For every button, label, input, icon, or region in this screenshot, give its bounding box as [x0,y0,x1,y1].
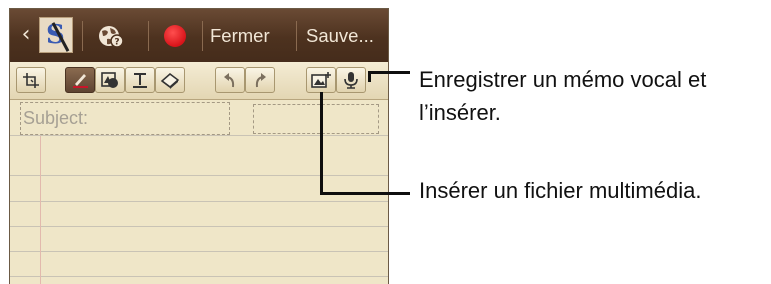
tool-bar [10,62,388,100]
globe-help-icon[interactable]: ? [97,22,125,50]
action-bar: ‹ S ? Fermer Sauve... [10,9,388,62]
shape-icon[interactable] [95,67,125,93]
ruled-line [10,226,388,227]
callout-line-voice [368,71,410,74]
callout-media-file: Insérer un fichier multimédia. [419,178,702,203]
callout-line-media [320,92,323,195]
record-icon[interactable] [164,25,186,47]
callout-line-media [320,192,410,195]
ruled-line [10,251,388,252]
divider [296,21,297,51]
margin-line [40,136,41,284]
callout-voice-memo-line2: l’insérer. [419,100,501,125]
save-button[interactable]: Sauve... [306,24,388,48]
s-note-screen: ‹ S ? Fermer Sauve... Subject: [9,8,389,284]
subject-placeholder: Subject: [23,108,89,128]
divider [82,21,83,51]
ruled-line [10,276,388,277]
s-note-logo[interactable]: S [39,17,73,53]
eraser-icon[interactable] [155,67,185,93]
tag-field[interactable] [253,104,379,134]
svg-text:?: ? [114,38,119,48]
close-button[interactable]: Fermer [210,24,270,48]
subject-field[interactable]: Subject: [20,102,230,135]
chevron-left-icon[interactable]: ‹ [16,20,36,50]
text-icon[interactable] [125,67,155,93]
ruled-line [10,175,388,176]
ruled-line [10,135,388,136]
pen-icon[interactable] [65,67,95,93]
insert-media-icon[interactable] [306,67,336,93]
redo-icon[interactable] [245,67,275,93]
callout-voice-memo-line1: Enregistrer un mémo vocal et [419,67,707,92]
undo-icon[interactable] [215,67,245,93]
crop-handwriting-icon[interactable] [16,67,46,93]
microphone-icon[interactable] [336,67,366,93]
ruled-line [10,201,388,202]
divider [148,21,149,51]
divider [202,21,203,51]
